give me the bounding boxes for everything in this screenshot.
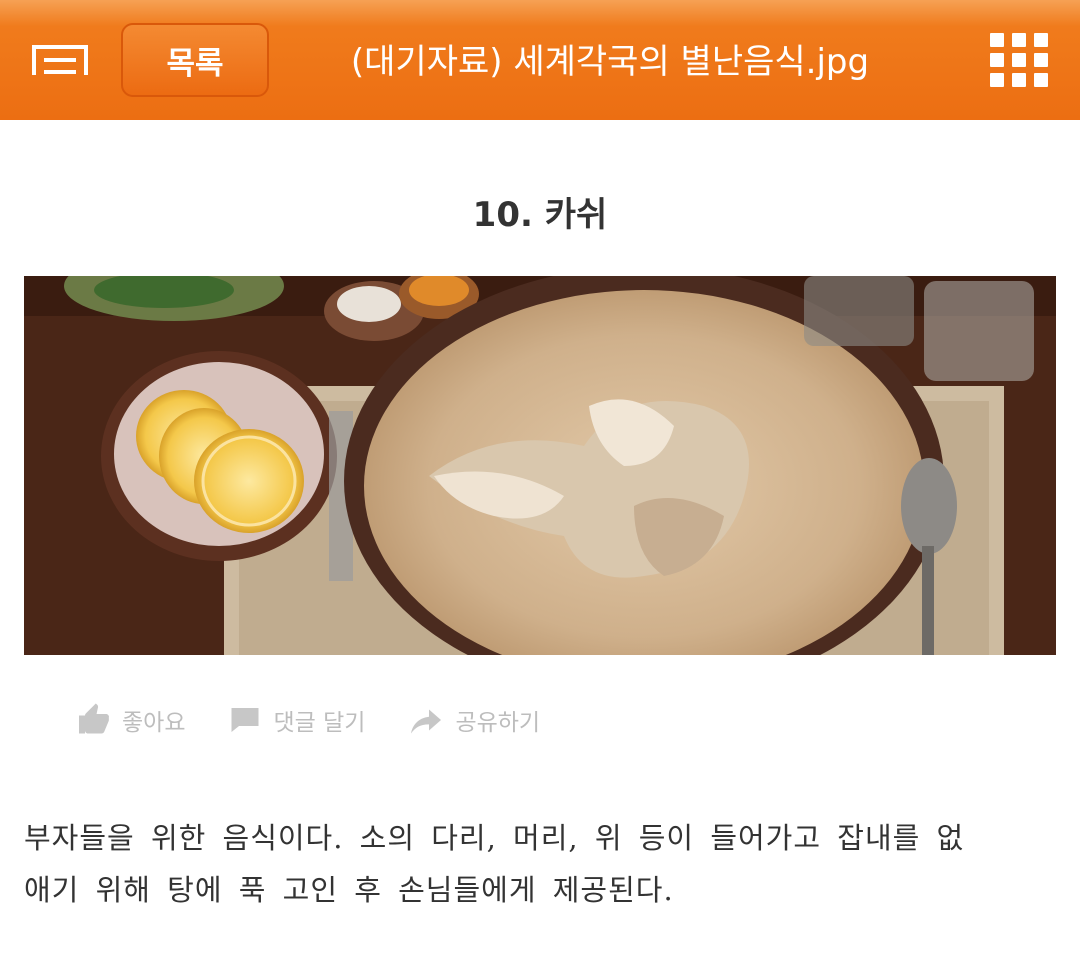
thumbs-up-icon: [79, 703, 109, 734]
food-photo: [24, 276, 1056, 655]
list-button[interactable]: 목록: [121, 23, 269, 97]
action-bar: 좋아요 댓글 달기 공유하기: [76, 695, 582, 745]
like-button[interactable]: 좋아요: [76, 702, 185, 738]
grid-apps-icon[interactable]: [990, 33, 1048, 87]
article-heading: 10. 카쉬: [472, 195, 608, 235]
comment-button[interactable]: 댓글 달기: [227, 702, 365, 738]
share-arrow-icon: [411, 709, 442, 734]
share-label: 공유하기: [455, 710, 541, 736]
body-line-1: 부자들을 위한 음식이다. 소의 다리, 머리, 위 등이 들어가고 잡내를 없: [24, 821, 965, 855]
share-button[interactable]: 공유하기: [407, 702, 540, 738]
hamburger-menu-icon[interactable]: [28, 38, 92, 82]
body-line-2: 애기 위해 탕에 푹 고인 후 손님들에게 제공된다.: [24, 873, 674, 907]
article-body: 부자들을 위한 음식이다. 소의 다리, 머리, 위 등이 들어가고 잡내를 없…: [24, 812, 1064, 916]
comment-icon: [231, 708, 259, 732]
page-title: (대기자료) 세계각국의 별난음식.jpg: [350, 42, 870, 82]
like-label: 좋아요: [122, 710, 186, 736]
app-header: 목록 (대기자료) 세계각국의 별난음식.jpg: [0, 0, 1080, 120]
comment-label: 댓글 달기: [273, 710, 366, 736]
